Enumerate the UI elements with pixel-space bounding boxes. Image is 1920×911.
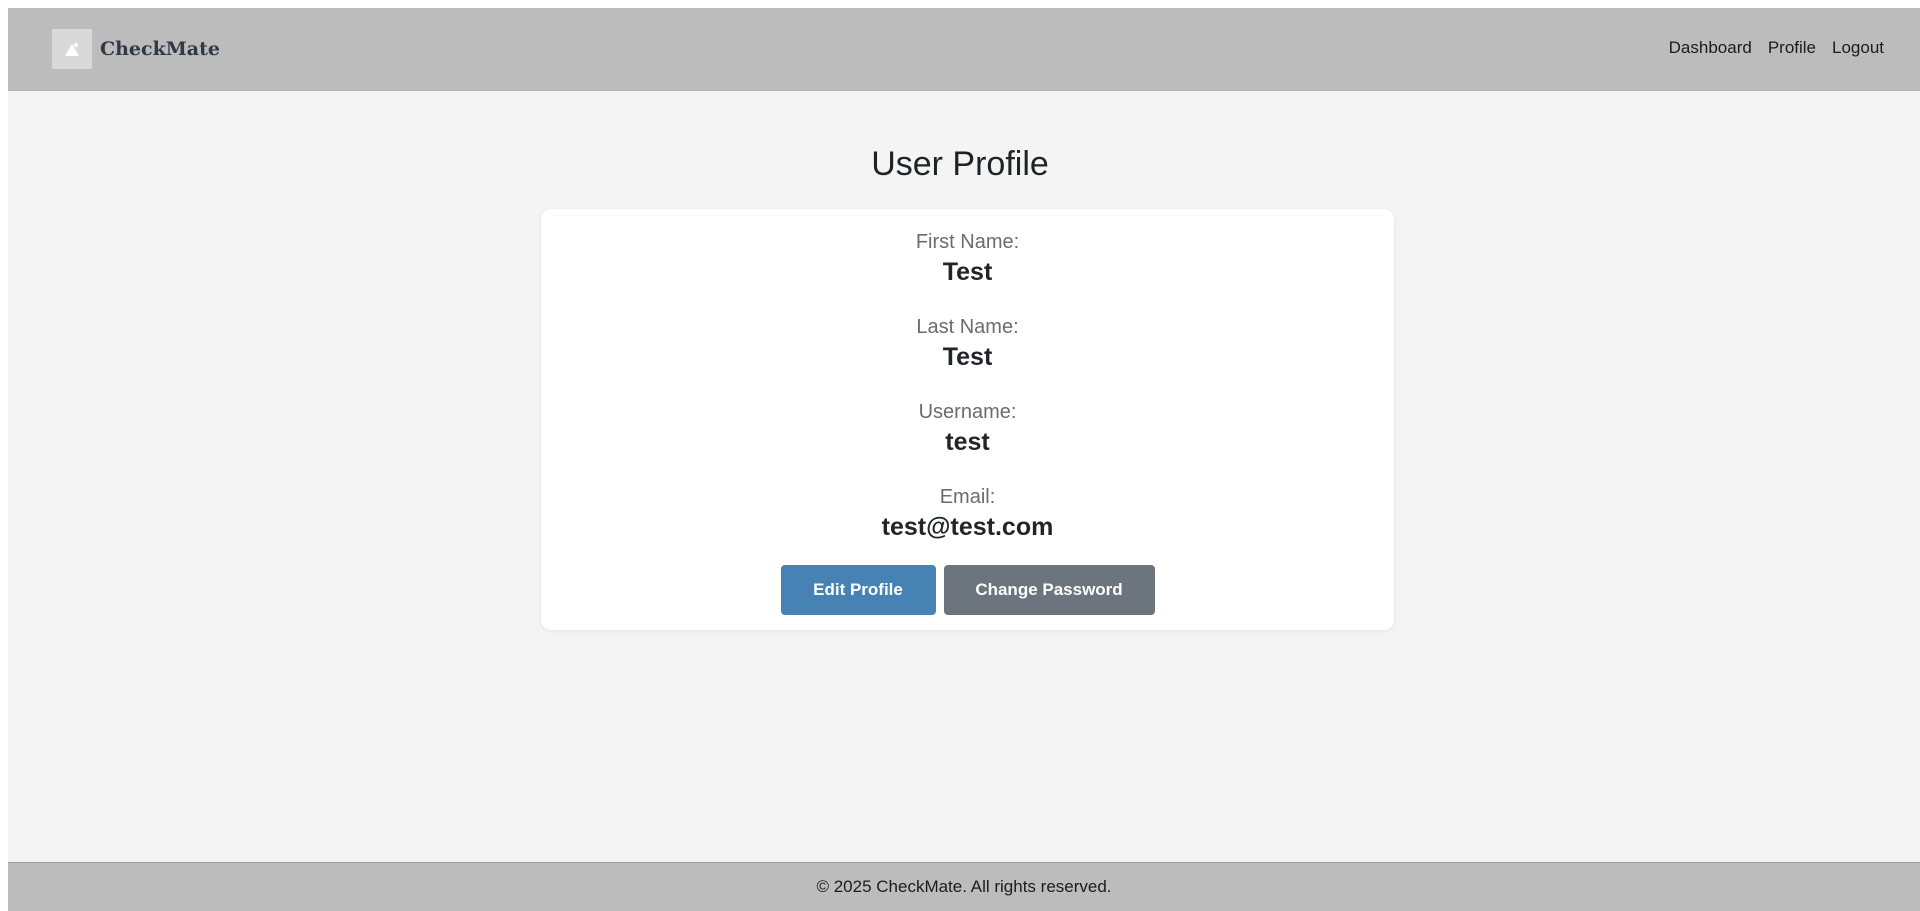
nav-link-logout[interactable]: Logout — [1832, 38, 1884, 58]
footer: © 2025 CheckMate. All rights reserved. — [8, 862, 1920, 911]
nav-links: Dashboard Profile Logout — [1669, 38, 1884, 58]
nav-link-dashboard[interactable]: Dashboard — [1669, 38, 1752, 58]
profile-actions: Edit Profile Change Password — [541, 565, 1394, 615]
top-navbar: CheckMate Dashboard Profile Logout — [8, 8, 1920, 91]
edit-profile-button[interactable]: Edit Profile — [780, 565, 936, 615]
first-name-field: First Name: Test — [541, 229, 1394, 289]
change-password-button[interactable]: Change Password — [943, 565, 1155, 615]
footer-copyright: © 2025 CheckMate. All rights reserved. — [816, 877, 1112, 896]
last-name-label: Last Name: — [916, 316, 1019, 338]
username-label: Username: — [918, 401, 1017, 423]
username-field: Username: test — [541, 399, 1394, 459]
app-root: CheckMate Dashboard Profile Logout User … — [8, 8, 1920, 911]
profile-card: First Name: Test Last Name: Test Usernam… — [541, 209, 1394, 630]
username-value: test — [945, 428, 990, 456]
first-name-label: First Name: — [915, 231, 1020, 253]
page-title: User Profile — [871, 145, 1049, 183]
nav-link-profile[interactable]: Profile — [1768, 38, 1816, 58]
brand-logo-icon — [52, 29, 92, 69]
email-value: test@test.com — [881, 513, 1054, 541]
brand[interactable]: CheckMate — [52, 29, 220, 69]
last-name-field: Last Name: Test — [541, 314, 1394, 374]
email-label: Email: — [939, 486, 996, 508]
first-name-value: Test — [942, 258, 993, 286]
brand-name: CheckMate — [100, 38, 220, 60]
last-name-value: Test — [942, 343, 993, 371]
email-field: Email: test@test.com — [541, 484, 1394, 544]
